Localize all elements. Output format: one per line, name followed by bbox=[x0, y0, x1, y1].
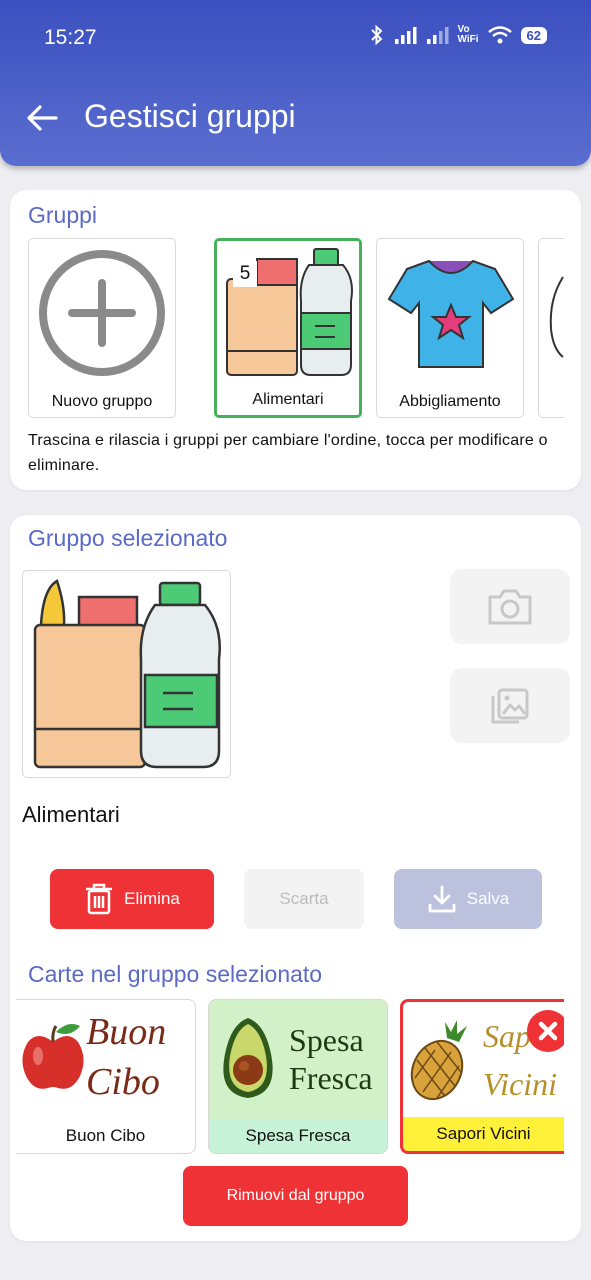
selected-group-title: Gruppo selezionato bbox=[28, 525, 228, 551]
signal-icon bbox=[394, 27, 417, 44]
status-icons: Vo WiFi 62 bbox=[368, 24, 547, 46]
card-label-spesa-fresca: Spesa Fresca bbox=[209, 1119, 387, 1153]
close-icon bbox=[538, 1021, 558, 1041]
groups-hint-text: Trascina e rilascia i gruppi per cambiar… bbox=[28, 432, 548, 474]
save-button-label: Salva bbox=[466, 889, 510, 908]
camera-button[interactable] bbox=[450, 569, 570, 644]
card-buon-cibo[interactable]: Buon Cibo Buon Cibo bbox=[16, 999, 196, 1154]
tshirt-icon bbox=[387, 259, 515, 368]
selected-group-card: Gruppo selezionato Alimentari Elimina Sc… bbox=[10, 515, 581, 1241]
camera-icon bbox=[488, 589, 532, 624]
new-group-tile[interactable]: Nuovo gruppo bbox=[28, 238, 176, 418]
remove-from-group-label: Rimuovi dal gruppo bbox=[226, 1187, 365, 1204]
groups-card: Gruppi Nuovo gruppo 5 Alimentari Abbigli… bbox=[10, 190, 581, 490]
card-image-text-2b: Fresca bbox=[289, 1060, 373, 1096]
card-label-buon-cibo: Buon Cibo bbox=[65, 1126, 146, 1145]
groups-section-title: Gruppi bbox=[28, 202, 98, 228]
group-label-alimentari: Alimentari bbox=[252, 391, 324, 408]
signal-icon-2 bbox=[426, 27, 449, 44]
group-label-abbigliamento: Abbigliamento bbox=[399, 393, 501, 410]
gallery-icon bbox=[491, 688, 529, 723]
group-tile-partial[interactable] bbox=[538, 238, 564, 418]
status-time: 15:27 bbox=[44, 26, 97, 49]
card-spesa-fresca[interactable]: Spesa Fresca Spesa Fresca bbox=[208, 999, 388, 1154]
vowifi-indicator: Vo WiFi bbox=[458, 25, 479, 45]
group-count-badge: 5 bbox=[233, 261, 257, 287]
download-icon bbox=[428, 885, 456, 913]
delete-button[interactable]: Elimina bbox=[50, 869, 214, 929]
gallery-button[interactable] bbox=[450, 668, 570, 743]
save-button[interactable]: Salva bbox=[394, 869, 542, 929]
wifi-icon bbox=[487, 26, 512, 44]
add-circle-icon bbox=[39, 250, 165, 376]
trash-icon bbox=[86, 883, 113, 915]
back-arrow-icon[interactable] bbox=[24, 100, 60, 136]
remove-from-group-button[interactable]: Rimuovi dal gruppo bbox=[183, 1166, 408, 1226]
card-image-text-3b: Vicini bbox=[483, 1066, 558, 1102]
bluetooth-icon bbox=[370, 24, 382, 46]
vowifi-bottom: WiFi bbox=[457, 34, 479, 45]
group-tile-alimentari[interactable]: 5 Alimentari bbox=[214, 238, 362, 418]
remove-card-badge[interactable] bbox=[527, 1010, 564, 1052]
card-image-text-1a: Buon bbox=[86, 1011, 167, 1053]
app-bar: 15:27 Vo WiFi 62 Gestisci gruppi bbox=[0, 0, 591, 166]
card-image-text-1b: Cibo bbox=[86, 1061, 160, 1103]
group-label-new: Nuovo gruppo bbox=[51, 393, 153, 410]
group-tile-abbigliamento[interactable]: Abbigliamento bbox=[376, 238, 524, 418]
battery-indicator: 62 bbox=[520, 26, 547, 44]
card-image-text-3a: Sap bbox=[483, 1018, 531, 1054]
apple-icon bbox=[22, 1024, 84, 1089]
pineapple-icon bbox=[410, 1020, 467, 1101]
partial-group-icon bbox=[549, 276, 564, 358]
discard-button[interactable]: Scarta bbox=[244, 869, 364, 929]
avocado-icon bbox=[223, 1018, 273, 1098]
groceries-icon-large bbox=[33, 579, 221, 769]
selected-group-image[interactable] bbox=[22, 570, 231, 778]
delete-button-label: Elimina bbox=[124, 889, 180, 908]
page-title: Gestisci gruppi bbox=[84, 98, 296, 134]
card-label-sapori-vicini: Sapori Vicini bbox=[403, 1117, 564, 1151]
cards-section-title: Carte nel gruppo selezionato bbox=[28, 961, 323, 987]
selected-group-name: Alimentari bbox=[22, 802, 120, 827]
discard-button-label: Scarta bbox=[279, 889, 329, 908]
card-sapori-vicini[interactable]: Sap Vicini Sapori Vicini bbox=[400, 999, 564, 1154]
card-image-text-2a: Spesa bbox=[289, 1022, 364, 1058]
